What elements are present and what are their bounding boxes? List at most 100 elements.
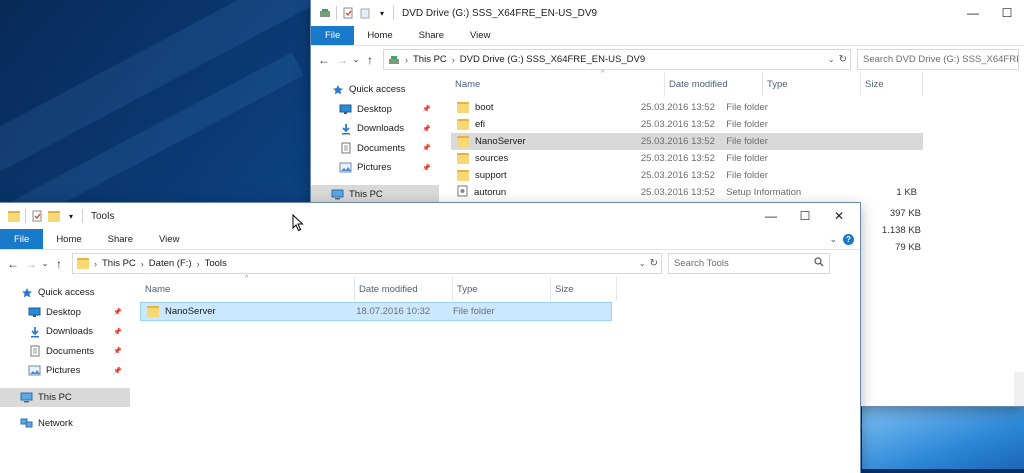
file-date-modified: 25.03.2016 13:52 — [640, 102, 715, 113]
breadcrumb-this-pc[interactable]: This PC — [102, 258, 136, 269]
column-header-date[interactable]: Date modified — [355, 277, 453, 301]
column-header-date[interactable]: Date modified — [665, 72, 763, 96]
address-dropdown-icon[interactable]: ⌄ — [639, 259, 646, 268]
close-button[interactable]: ✕ — [822, 203, 856, 229]
nav-item-label: This PC — [349, 188, 383, 200]
file-row[interactable]: boot 25.03.2016 13:52 File folder — [451, 99, 923, 116]
pictures-icon — [339, 162, 352, 173]
sort-ascending-icon: ^ — [601, 70, 605, 77]
folder-icon — [457, 153, 469, 164]
tab-share[interactable]: Share — [406, 26, 457, 45]
recent-locations-icon[interactable]: ⌄ — [40, 259, 50, 268]
tools-ribbon: File Home Share View ⌄ ? — [0, 229, 860, 250]
breadcrumb-daten[interactable]: Daten (F:) — [149, 258, 192, 269]
file-type: File folder — [452, 306, 495, 317]
forward-button[interactable]: → — [333, 53, 351, 67]
pin-icon: 📌 — [422, 125, 431, 133]
nav-item-quick-access[interactable]: Quick access — [0, 283, 130, 303]
file-row[interactable]: NanoServer 25.03.2016 13:52 File folder — [451, 133, 923, 150]
download-icon — [339, 123, 352, 135]
window-title: Tools — [91, 210, 115, 222]
new-folder-icon[interactable] — [48, 210, 60, 222]
file-row[interactable]: efi 25.03.2016 13:52 File folder — [451, 116, 923, 133]
file-name-cell: boot — [451, 102, 637, 113]
star-icon — [331, 84, 344, 95]
forward-button[interactable]: → — [22, 257, 40, 271]
nav-item-label: Documents — [46, 345, 95, 357]
maximize-button[interactable]: ☐ — [990, 0, 1024, 26]
tab-view[interactable]: View — [457, 26, 503, 45]
qat-dropdown-icon[interactable]: ▾ — [65, 210, 77, 222]
vertical-scrollbar[interactable] — [1014, 372, 1024, 406]
nav-item-network[interactable]: Network — [0, 414, 130, 434]
tab-home[interactable]: Home — [354, 26, 405, 45]
pin-icon: 📌 — [113, 348, 122, 356]
search-input[interactable]: Search Tools — [668, 253, 830, 274]
tab-file[interactable]: File — [0, 229, 44, 249]
help-icon[interactable]: ? — [843, 233, 854, 245]
tab-home[interactable]: Home — [43, 229, 94, 249]
nav-item-desktop[interactable]: Desktop 📌 — [0, 303, 130, 323]
pin-icon: 📌 — [422, 145, 431, 153]
expand-ribbon-icon[interactable]: ⌄ — [829, 234, 837, 245]
breadcrumb-this-pc[interactable]: This PC — [413, 54, 447, 65]
file-type: File folder — [726, 119, 768, 130]
tools-address-row: ← → ⌄ ↑ › This PC › Daten (F:) › Tools ⌄… — [0, 250, 860, 277]
up-button[interactable]: ↑ — [361, 53, 379, 67]
nav-item-pictures[interactable]: Pictures 📌 — [0, 361, 130, 381]
minimize-button[interactable]: — — [956, 0, 990, 26]
documents-icon — [339, 142, 352, 154]
chevron-right-icon: › — [405, 54, 408, 65]
file-name-cell: autorun — [451, 185, 637, 200]
column-header-size[interactable]: Size — [551, 277, 617, 301]
back-button[interactable]: ← — [315, 53, 333, 67]
nav-item-label: This PC — [38, 391, 72, 403]
nav-item-this-pc[interactable]: This PC — [311, 184, 439, 204]
nav-item-downloads[interactable]: Downloads 📌 — [0, 322, 130, 342]
address-dropdown-icon[interactable]: ⌄ — [828, 55, 835, 64]
nav-item-this-pc[interactable]: This PC — [0, 387, 130, 407]
breadcrumb-dvd-drive[interactable]: DVD Drive (G:) SSS_X64FRE_EN-US_DV9 — [460, 54, 645, 65]
tab-view[interactable]: View — [146, 229, 192, 249]
breadcrumb-tools[interactable]: Tools — [205, 258, 227, 269]
nav-item-desktop[interactable]: Desktop 📌 — [311, 100, 439, 120]
folder-icon — [457, 136, 469, 147]
pin-icon: 📌 — [422, 106, 431, 114]
nav-item-documents[interactable]: Documents 📌 — [0, 342, 130, 362]
nav-item-pictures[interactable]: Pictures 📌 — [311, 158, 439, 178]
recent-locations-icon[interactable]: ⌄ — [351, 55, 361, 64]
tab-share[interactable]: Share — [95, 229, 146, 249]
folder-icon — [457, 119, 469, 130]
new-folder-icon[interactable] — [359, 7, 371, 19]
file-row[interactable]: support 25.03.2016 13:52 File folder — [451, 167, 923, 184]
desktop-icon — [339, 104, 352, 115]
properties-icon[interactable] — [342, 7, 354, 19]
file-name: boot — [475, 102, 494, 113]
nav-item-downloads[interactable]: Downloads 📌 — [311, 119, 439, 139]
nav-item-documents[interactable]: Documents 📌 — [311, 139, 439, 159]
refresh-icon[interactable]: ↻ — [650, 258, 658, 269]
nav-item-quick-access[interactable]: Quick access — [311, 80, 439, 100]
maximize-button[interactable]: ☐ — [788, 203, 822, 229]
tab-file[interactable]: File — [311, 26, 355, 45]
refresh-icon[interactable]: ↻ — [839, 54, 847, 65]
address-bar[interactable]: › This PC › DVD Drive (G:) SSS_X64FRE_EN… — [383, 49, 851, 70]
chevron-right-icon: › — [140, 258, 144, 269]
up-button[interactable]: ↑ — [50, 257, 68, 271]
column-header-type[interactable]: Type — [763, 72, 861, 96]
file-name-cell: support — [451, 170, 637, 181]
search-input[interactable]: Search DVD Drive (G:) SSS_X64FRE_EN-US_D… — [857, 49, 1019, 70]
address-bar[interactable]: › This PC › Daten (F:) › Tools ⌄ ↻ — [72, 253, 662, 274]
documents-icon — [28, 345, 41, 357]
window-title: DVD Drive (G:) SSS_X64FRE_EN-US_DV9 — [402, 7, 598, 19]
file-row[interactable]: autorun 25.03.2016 13:52 Setup Information… — [451, 184, 923, 201]
minimize-button[interactable]: — — [754, 203, 788, 229]
back-button[interactable]: ← — [4, 257, 22, 271]
column-header-size[interactable]: Size — [861, 72, 923, 96]
file-row[interactable]: sources 25.03.2016 13:52 File folder — [451, 150, 923, 167]
column-header-name[interactable]: Name — [451, 72, 665, 96]
file-row[interactable]: NanoServer 18.07.2016 10:32 File folder — [140, 302, 612, 321]
qat-dropdown-icon[interactable]: ▾ — [376, 7, 388, 19]
column-header-type[interactable]: Type — [453, 277, 551, 301]
properties-icon[interactable] — [31, 210, 43, 222]
